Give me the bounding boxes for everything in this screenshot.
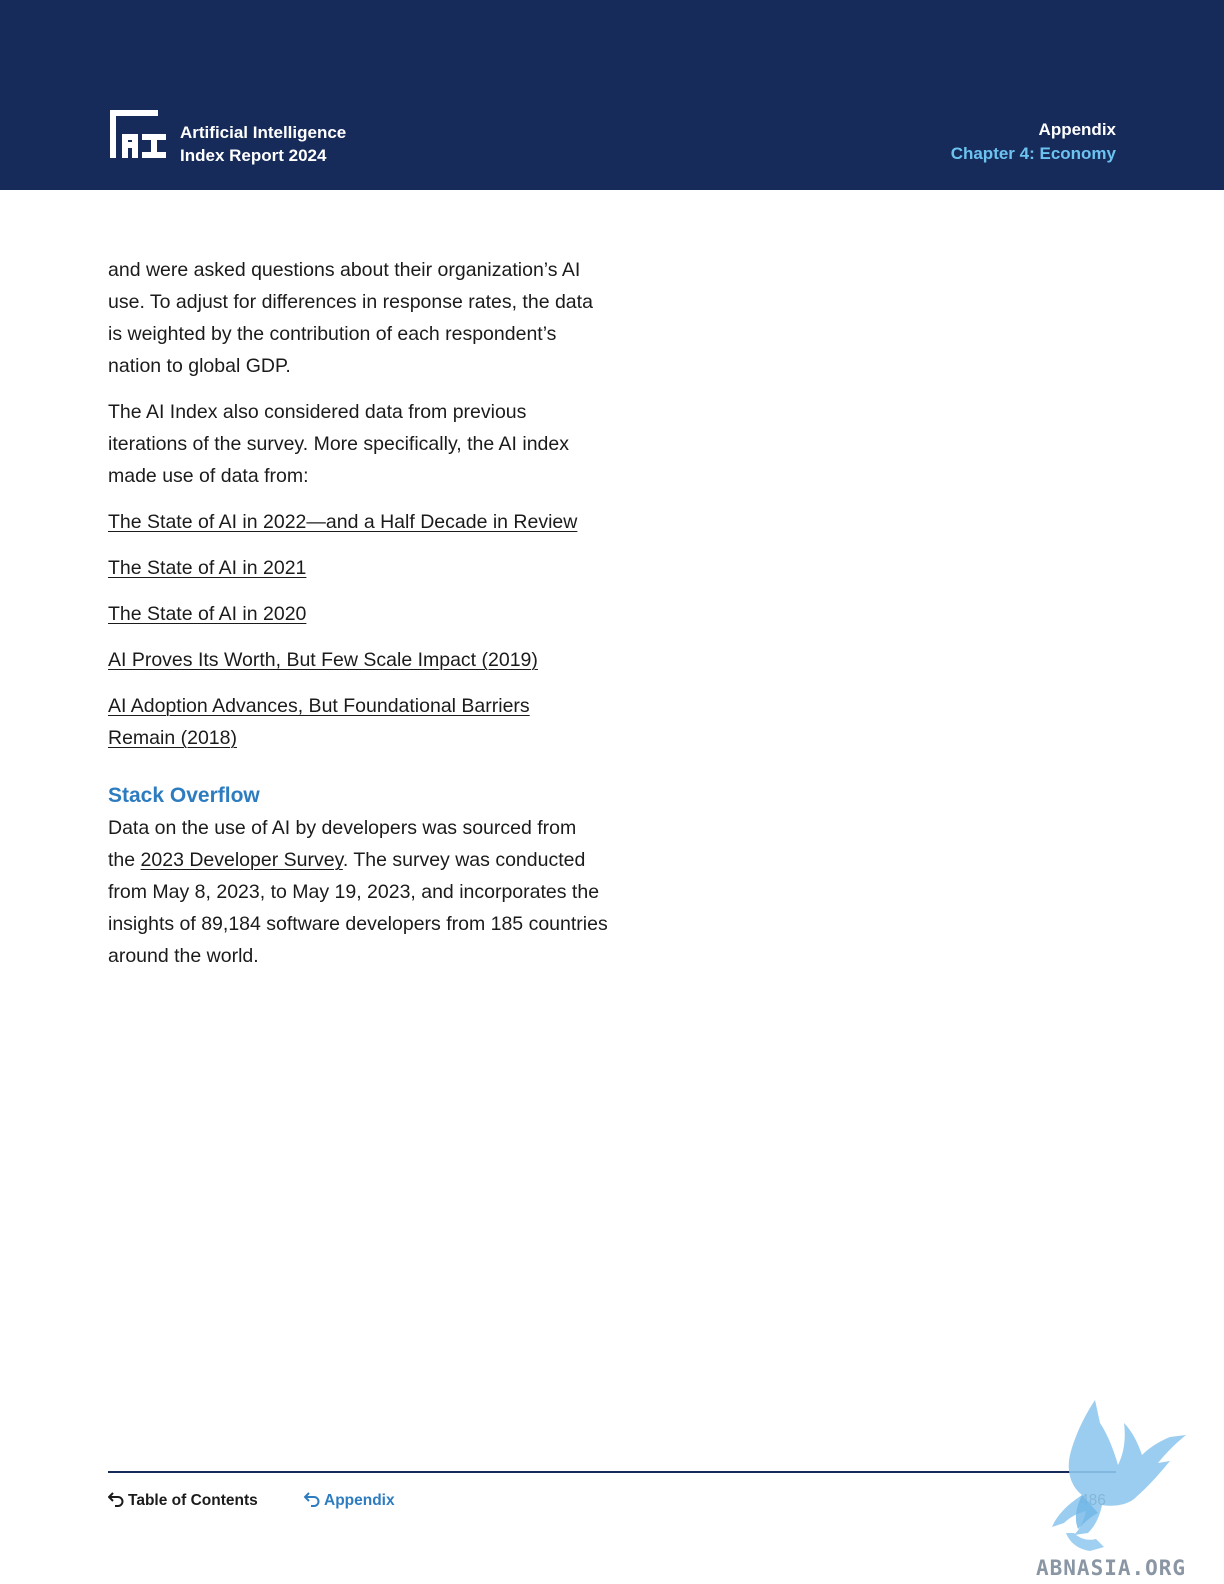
paragraph-2: The AI Index also considered data from p…	[108, 401, 569, 487]
report-title-line2: Index Report 2024	[180, 146, 327, 165]
appendix-label: Appendix	[324, 1492, 395, 1509]
report-title-line1: Artificial Intelligence	[180, 123, 347, 142]
paragraph-3: Data on the use of AI by developers was …	[108, 812, 608, 972]
link-state-of-ai-2020[interactable]: The State of AI in 2020	[108, 603, 306, 625]
section-label: Appendix	[1038, 120, 1116, 139]
watermark-griffin-logo: ABNASIA.ORG	[1036, 1400, 1186, 1580]
return-arrow-icon	[108, 1492, 124, 1507]
link-state-of-ai-2022[interactable]: The State of AI in 2022—and a Half Decad…	[108, 511, 577, 533]
chapter-heading: Appendix Chapter 4: Economy	[951, 118, 1116, 166]
paragraph-1: and were asked questions about their org…	[108, 259, 593, 377]
watermark-text: ABNASIA.ORG	[1036, 1556, 1186, 1580]
main-content: and were asked questions about their org…	[108, 254, 608, 986]
link-developer-survey[interactable]: 2023 Developer Survey	[141, 849, 343, 871]
page-header: Artificial Intelligence Index Report 202…	[0, 0, 1224, 190]
table-of-contents-link[interactable]: Table of Contents	[108, 1491, 258, 1511]
ai-index-logo	[110, 110, 166, 158]
appendix-link[interactable]: Appendix	[304, 1491, 395, 1511]
table-of-contents-label: Table of Contents	[128, 1492, 258, 1509]
section-title-stack-overflow: Stack Overflow	[108, 784, 260, 807]
report-title: Artificial Intelligence Index Report 202…	[180, 121, 346, 167]
footer-divider	[108, 1471, 1116, 1473]
link-ai-adoption-advances-2018[interactable]: AI Adoption Advances, But Foundational B…	[108, 695, 530, 749]
return-arrow-icon	[304, 1492, 320, 1507]
link-ai-proves-its-worth-2019[interactable]: AI Proves Its Worth, But Few Scale Impac…	[108, 649, 538, 671]
link-state-of-ai-2021[interactable]: The State of AI in 2021	[108, 557, 306, 579]
chapter-label: Chapter 4: Economy	[950, 144, 1116, 163]
